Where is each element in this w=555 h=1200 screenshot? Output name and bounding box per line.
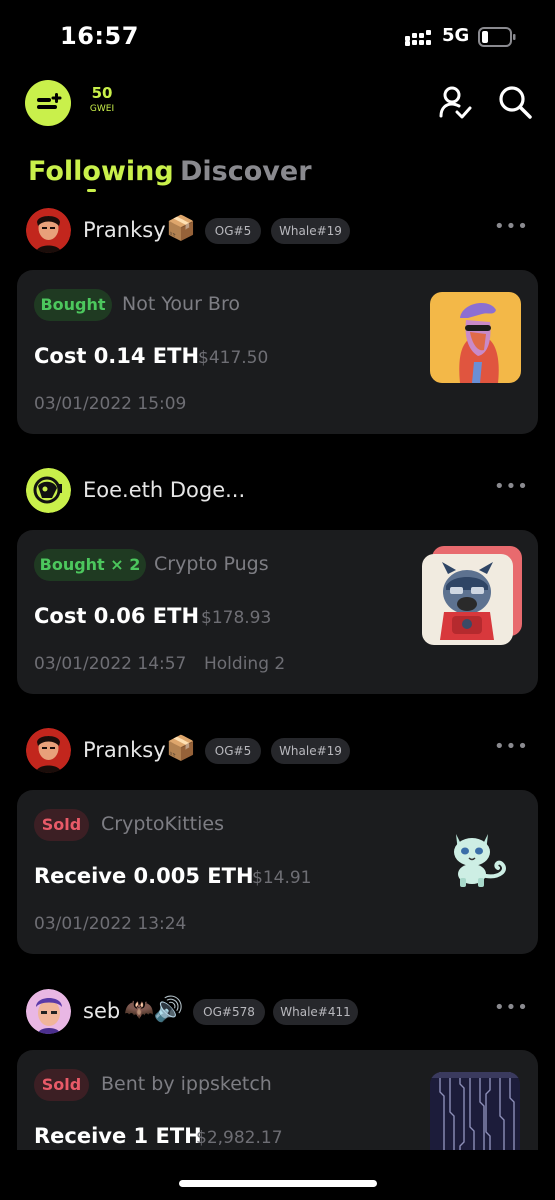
collection-name[interactable]: CryptoKitties	[101, 813, 224, 835]
user-tag: OG#5	[205, 218, 261, 244]
status-bar: 16:57 5G	[0, 0, 555, 70]
home-indicator[interactable]	[179, 1180, 377, 1187]
active-tab-indicator	[87, 189, 96, 192]
user-name[interactable]: Pranksy	[83, 218, 166, 242]
action-badge: Sold	[34, 809, 89, 841]
user-name[interactable]: seb	[83, 999, 120, 1023]
avatar[interactable]	[26, 468, 71, 513]
profile-button[interactable]	[438, 84, 472, 120]
more-options-button[interactable]: •••	[494, 218, 528, 236]
feed-user-row[interactable]: Pranksy 📦 OG#5 Whale#19 •••	[0, 208, 555, 256]
usd-value: $2,982.17	[196, 1128, 283, 1148]
usd-value: $417.50	[198, 348, 269, 368]
user-check-icon	[439, 86, 472, 119]
user-tag: Whale#411	[273, 999, 358, 1025]
action-badge: Bought	[34, 289, 112, 321]
bottom-safe-area	[0, 1150, 555, 1200]
nft-thumbnail[interactable]	[442, 820, 522, 890]
action-badge: Bought × 2	[34, 549, 146, 581]
box-icon: 📦	[166, 214, 196, 242]
collection-name[interactable]: Crypto Pugs	[154, 553, 269, 575]
signal-icon	[405, 30, 431, 46]
activity-card[interactable]: Bought × 2 Crypto Pugs Cost 0.06 ETH $17…	[17, 530, 538, 694]
timestamp: 03/01/2022 13:24	[34, 914, 187, 934]
nft-thumbnail[interactable]	[430, 1072, 520, 1162]
more-options-button[interactable]: •••	[494, 999, 528, 1017]
feed-user-row[interactable]: seb 🦇🔊 OG#578 Whale#411 •••	[0, 989, 555, 1037]
holding-count: Holding 2	[204, 654, 286, 674]
search-button[interactable]	[497, 84, 533, 120]
activity-card[interactable]: Bought Not Your Bro Cost 0.14 ETH $417.5…	[17, 270, 538, 434]
gas-price-value[interactable]: 50	[82, 84, 122, 102]
collection-name[interactable]: Bent by ippsketch	[101, 1073, 272, 1095]
feed-user-row[interactable]: Eoe.eth Doge... •••	[0, 468, 555, 516]
transaction-amount: Cost 0.14 ETH	[34, 344, 200, 368]
tab-discover[interactable]: Discover	[180, 156, 312, 187]
gas-price-unit: GWEI	[89, 104, 115, 114]
user-name[interactable]: Eoe.eth Doge...	[83, 478, 245, 502]
user-tag: Whale#19	[271, 738, 350, 764]
collection-name[interactable]: Not Your Bro	[122, 293, 240, 315]
activity-card[interactable]: Sold CryptoKitties Receive 0.005 ETH $14…	[17, 790, 538, 954]
status-time: 16:57	[60, 22, 139, 50]
more-options-button[interactable]: •••	[494, 738, 528, 756]
box-icon: 📦	[166, 734, 196, 762]
transaction-amount: Cost 0.06 ETH	[34, 604, 200, 628]
bat-speaker-icon: 🦇🔊	[124, 995, 184, 1023]
timestamp: 03/01/2022 15:09	[34, 394, 187, 414]
nft-thumbnail[interactable]	[422, 554, 513, 645]
feed-user-row[interactable]: Pranksy 📦 OG#5 Whale#19 •••	[0, 728, 555, 776]
transaction-amount: Receive 0.005 ETH	[34, 864, 254, 888]
transaction-amount: Receive 1 ETH	[34, 1124, 202, 1148]
avatar[interactable]	[26, 989, 71, 1034]
network-type: 5G	[442, 25, 470, 46]
nft-thumbnail[interactable]	[430, 292, 521, 383]
user-tag: OG#578	[193, 999, 265, 1025]
user-tag: Whale#19	[271, 218, 350, 244]
wallet-plus-icon[interactable]	[25, 80, 71, 126]
user-tag: OG#5	[205, 738, 261, 764]
usd-value: $178.93	[201, 608, 272, 628]
avatar[interactable]	[26, 728, 71, 773]
tab-following[interactable]: Following	[28, 156, 174, 187]
avatar[interactable]	[26, 208, 71, 253]
timestamp: 03/01/2022 14:57	[34, 654, 187, 674]
action-badge: Sold	[34, 1069, 89, 1101]
more-options-button[interactable]: •••	[494, 478, 528, 496]
usd-value: $14.91	[252, 868, 312, 888]
user-name[interactable]: Pranksy	[83, 738, 166, 762]
battery-icon	[478, 27, 516, 47]
search-icon	[499, 86, 532, 119]
